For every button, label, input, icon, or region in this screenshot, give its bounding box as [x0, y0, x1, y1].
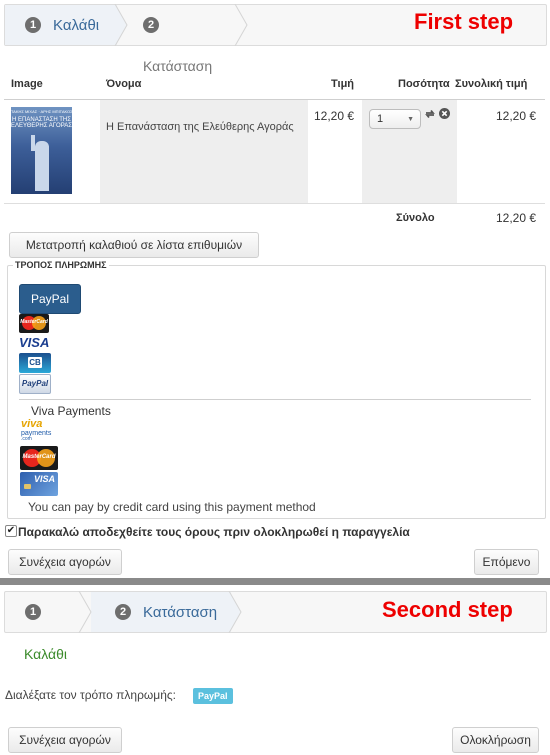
cb-card-icon: CB: [19, 353, 51, 373]
paypal-select-button[interactable]: PayPal: [19, 284, 81, 314]
sum-label: Σύνολο: [396, 212, 435, 224]
quantity-value: 1: [377, 113, 384, 125]
cover-title-line: ΕΛΕΥΘΕΡΗΣ ΑΓΟΡΑΣ: [11, 123, 72, 129]
chosen-payment-badge: PayPal: [193, 688, 233, 704]
viva-payments-logo: viva payments .com: [21, 418, 52, 442]
paypal-card-icon: PayPal: [19, 374, 51, 394]
step-label: Κατάσταση: [143, 603, 218, 621]
convert-to-wishlist-button[interactable]: Μετατροπή καλαθιού σε λίστα επιθυμιών: [9, 232, 259, 258]
step-number: 1: [25, 604, 41, 620]
screenshot-separator: [0, 578, 550, 585]
step1-step-status[interactable]: 2: [143, 5, 171, 45]
cover-statue-arm: [31, 135, 35, 151]
remove-icon[interactable]: [439, 108, 450, 119]
step-number: 2: [115, 604, 131, 620]
chevron-separator-icon: [228, 591, 242, 633]
step-number: 1: [25, 17, 41, 33]
column-header-name: Όνομα: [106, 78, 142, 90]
sum-value: 12,20 €: [496, 211, 537, 225]
quantity-select[interactable]: 1 ▼: [369, 109, 421, 129]
terms-checkbox[interactable]: ✔: [5, 525, 17, 537]
step1-step-cart[interactable]: 1 Καλάθι: [25, 5, 99, 45]
status-heading: Κατάσταση: [143, 58, 213, 74]
product-cover-image[interactable]: ΤΑΚΗΣ ΜΙΧΑΣ · ΑΡΗΣ ΜΠΙΤΑΚΟΣ Η ΕΠΑΝΑΣΤΑΣΗ…: [11, 107, 72, 194]
chevron-separator-icon: [234, 4, 248, 46]
step2-step-status[interactable]: 2 Κατάσταση: [115, 592, 217, 632]
product-total: 12,20 €: [496, 109, 537, 123]
terms-label[interactable]: Παρακαλώ αποδεχθείτε τους όρους πριν ολο…: [18, 525, 410, 539]
payment-methods-legend: ΤΡΟΠΟΣ ΠΛΗΡΩΜΗΣ: [13, 260, 109, 270]
viva-payments-note: You can pay by credit card using this pa…: [28, 500, 316, 514]
next-button[interactable]: Επόμενο: [474, 549, 539, 575]
cover-statue: [35, 141, 49, 191]
visa-card-icon: VISA: [20, 472, 58, 496]
cover-author: ΤΑΚΗΣ ΜΙΧΑΣ · ΑΡΗΣ ΜΠΙΤΑΚΟΣ: [11, 109, 72, 114]
visa-icon: VISA: [19, 335, 50, 350]
divider: [4, 203, 545, 204]
finish-button[interactable]: Ολοκλήρωση: [452, 727, 539, 753]
column-header-total: Συνολική τιμή: [455, 78, 528, 90]
column-header-image: Image: [11, 78, 43, 90]
chevron-down-icon: ▼: [407, 115, 414, 123]
second-step-annotation: Second step: [382, 597, 513, 622]
cart-title: Καλάθι: [24, 646, 68, 662]
step-number: 2: [143, 17, 159, 33]
name-cell-shade: [100, 100, 308, 203]
product-price: 12,20 €: [314, 109, 355, 123]
column-header-price: Τιμή: [331, 78, 355, 90]
chosen-payment-label: Διαλέξατε τον τρόπο πληρωμής:: [5, 688, 176, 702]
divider: [19, 399, 531, 400]
mastercard-icon: MasterCard: [20, 446, 58, 470]
step2-step-cart[interactable]: 1: [25, 592, 53, 632]
continue-shopping-button[interactable]: Συνέχεια αγορών: [8, 549, 122, 575]
column-header-quantity: Ποσότητα: [398, 78, 450, 90]
product-name[interactable]: Η Επανάσταση της Ελεύθερης Αγοράς: [106, 121, 294, 133]
payment-methods-fieldset: [7, 265, 546, 519]
viva-payments-label[interactable]: Viva Payments: [31, 404, 111, 418]
chevron-separator-icon: [78, 591, 92, 633]
mastercard-icon: MasterCard: [19, 314, 49, 333]
first-step-annotation: First step: [414, 9, 514, 34]
step-label: Καλάθι: [53, 16, 100, 34]
refresh-icon[interactable]: [424, 108, 436, 120]
continue-shopping-button[interactable]: Συνέχεια αγορών: [8, 727, 122, 753]
